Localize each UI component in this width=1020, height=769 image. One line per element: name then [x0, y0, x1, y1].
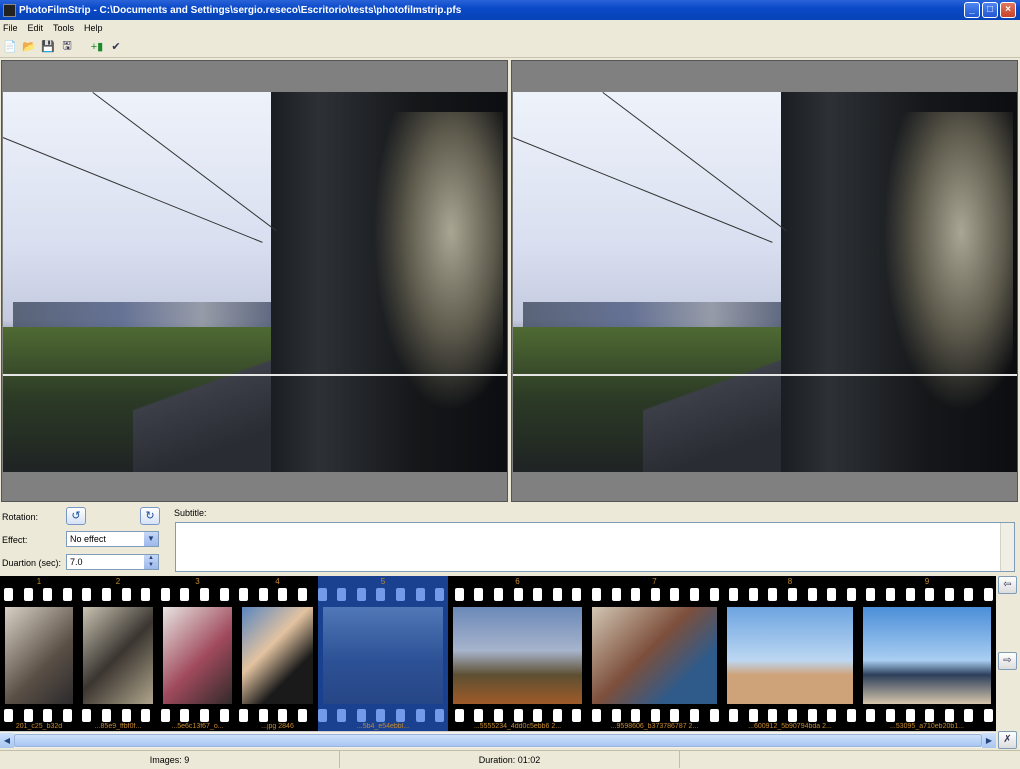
status-duration: Duration: 01:02 [340, 751, 680, 768]
remove-image-button[interactable]: ✗ [998, 731, 1017, 749]
frame-number: 7 [652, 577, 657, 586]
menu-edit[interactable]: Edit [28, 23, 44, 33]
filmstrip-frame[interactable]: 5 ...5b4_e54ebbl... [318, 576, 448, 731]
subtitle-textarea[interactable] [175, 522, 1015, 572]
start-image [3, 92, 507, 472]
frame-number: 5 [380, 577, 386, 586]
frame-number: 8 [787, 577, 793, 586]
scroll-left-arrow-icon[interactable]: ◀ [0, 733, 14, 748]
frame-number: 1 [36, 577, 42, 586]
move-right-button[interactable]: ⇨ [998, 652, 1017, 670]
frame-thumbnail [592, 607, 717, 704]
menubar: File Edit Tools Help [0, 20, 1020, 36]
maximize-button[interactable]: □ [982, 2, 998, 18]
frame-thumbnail [863, 607, 991, 704]
rotate-right-button[interactable]: ↻ [140, 507, 160, 525]
frame-number: 6 [515, 577, 520, 586]
scroll-right-arrow-icon[interactable]: ▶ [982, 733, 996, 748]
end-image-preview[interactable] [511, 60, 1018, 502]
filmstrip-scrollbar[interactable]: ◀ ▶ [0, 731, 996, 748]
window-titlebar: PhotoFilmStrip - C:\Documents and Settin… [0, 0, 1020, 20]
spin-arrows-icon[interactable]: ▲ ▼ [144, 555, 158, 569]
end-image [513, 92, 1017, 472]
frame-thumbnail [727, 607, 853, 704]
frame-thumbnail [242, 607, 313, 704]
minimize-button[interactable]: _ [964, 2, 980, 18]
frame-filename: ...jpg 2846 [261, 723, 294, 730]
statusbar: Images: 9 Duration: 01:02 [0, 750, 1020, 768]
frame-filename: ...53095_a710eb20b1... [890, 723, 964, 730]
frame-number: 9 [924, 577, 930, 586]
frame-filename: ...9598606_b373786787 2... [610, 723, 699, 730]
filmstrip-frame[interactable]: 4 ...jpg 2846 [237, 576, 318, 731]
scroll-thumb[interactable] [14, 734, 982, 747]
frame-filename: ...5555234_4dd0c5ebb6 2... [473, 723, 562, 730]
new-project-icon[interactable]: 📄 [2, 39, 18, 55]
frame-thumbnail [5, 607, 73, 704]
duration-spinner[interactable]: 7.0 ▲ ▼ [66, 554, 159, 570]
filmstrip-frame[interactable]: 3 ...5e6c13f67_o... [158, 576, 237, 731]
import-pictures-icon[interactable]: +▮ [89, 39, 105, 55]
effect-value: No effect [70, 534, 106, 544]
chevron-down-icon[interactable]: ▼ [144, 532, 158, 546]
move-left-button[interactable]: ⇦ [998, 576, 1017, 594]
rotate-left-button[interactable]: ↺ [66, 507, 86, 525]
save-icon[interactable]: 💾 [40, 39, 56, 55]
frame-number: 2 [115, 577, 121, 586]
menu-help[interactable]: Help [84, 23, 103, 33]
filmstrip-frame[interactable]: 8 ...600912_5b90794bda 2... [722, 576, 858, 731]
open-project-icon[interactable]: 📂 [21, 39, 37, 55]
frame-thumbnail [453, 607, 582, 704]
filmstrip-frame[interactable]: 9 ...53095_a710eb20b1... [858, 576, 996, 731]
filmstrip-frame[interactable]: 7 ...9598606_b373786787 2... [587, 576, 722, 731]
filmstrip[interactable]: 1 201_c25_b32d 2 ...85e9_ffbf0f... 3 ...5e6c1… [0, 576, 996, 731]
start-image-preview[interactable] [1, 60, 508, 502]
frame-filename: ...600912_5b90794bda 2... [748, 723, 832, 730]
subtitle-scrollbar[interactable] [1000, 523, 1014, 571]
frame-thumbnail [163, 607, 232, 704]
status-empty [680, 751, 1020, 768]
status-images: Images: 9 [0, 751, 340, 768]
image-properties: Rotation: ↺ ↻ Effect: No effect ▼ Duarti… [0, 505, 170, 575]
frame-number: 3 [195, 577, 200, 586]
filmstrip-frame[interactable]: 1 201_c25_b32d [0, 576, 78, 731]
toolbar: 📄 📂 💾 🖫 +▮ ✔ [0, 36, 1020, 58]
window-title: PhotoFilmStrip - C:\Documents and Settin… [19, 4, 462, 16]
effect-label: Effect: [2, 535, 28, 545]
menu-tools[interactable]: Tools [53, 23, 74, 33]
frame-filename: ...85e9_ffbf0f... [94, 723, 142, 730]
filmstrip-frame[interactable]: 2 ...85e9_ffbf0f... [78, 576, 158, 731]
render-check-icon[interactable]: ✔ [108, 39, 124, 55]
effect-select[interactable]: No effect ▼ [66, 531, 159, 547]
frame-thumbnail [83, 607, 153, 704]
save-as-icon[interactable]: 🖫 [59, 39, 75, 55]
duration-value: 7.0 [70, 557, 83, 567]
duration-label: Duartion (sec): [2, 558, 62, 568]
rotation-label: Rotation: [2, 512, 39, 522]
frame-filename: ...5e6c13f67_o... [171, 723, 224, 730]
app-icon [3, 3, 16, 17]
frame-filename: 201_c25_b32d [15, 723, 63, 730]
subtitle-label: Subtitle: [174, 508, 207, 518]
menu-file[interactable]: File [3, 23, 18, 33]
filmstrip-frame[interactable]: 6 ...5555234_4dd0c5ebb6 2... [448, 576, 587, 731]
frame-thumbnail [323, 607, 443, 704]
frame-number: 4 [275, 577, 280, 586]
close-button[interactable]: × [1000, 2, 1016, 18]
frame-filename: ...5b4_e54ebbl... [356, 723, 410, 730]
